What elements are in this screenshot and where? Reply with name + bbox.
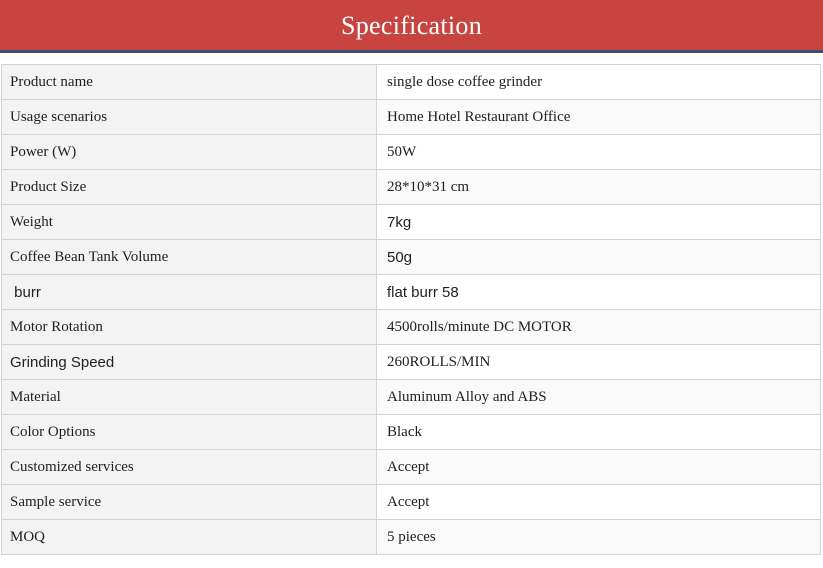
table-row-product-name: Product name single dose coffee grinder: [1, 64, 821, 100]
spec-value: Accept: [376, 484, 821, 520]
spec-label: Product Size: [1, 169, 377, 205]
spec-label: Power (W): [1, 134, 377, 170]
specification-table-body: Product name single dose coffee grinder …: [1, 64, 821, 555]
spec-label: burr: [1, 274, 377, 310]
table-row-material: Material Aluminum Alloy and ABS: [1, 379, 821, 415]
spec-label: Motor Rotation: [1, 309, 377, 345]
page-title: Specification: [340, 11, 483, 40]
spec-value: single dose coffee grinder: [376, 64, 821, 100]
spec-value: 7kg: [376, 204, 821, 240]
table-row-product-size: Product Size 28*10*31 cm: [1, 169, 821, 205]
spec-header-banner: Specification: [0, 0, 823, 53]
table-row-grinding-speed: Grinding Speed 260ROLLS/MIN: [1, 344, 821, 380]
spec-label: Sample service: [1, 484, 377, 520]
spec-value: 4500rolls/minute DC MOTOR: [376, 309, 821, 345]
table-row-weight: Weight 7kg: [1, 204, 821, 240]
spec-value: 28*10*31 cm: [376, 169, 821, 205]
table-row-sample-service: Sample service Accept: [1, 484, 821, 520]
spec-label: Customized services: [1, 449, 377, 485]
spec-value: 50W: [376, 134, 821, 170]
table-row-moq: MOQ 5 pieces: [1, 519, 821, 555]
spec-label: Usage scenarios: [1, 99, 377, 135]
spec-value: 50g: [376, 239, 821, 275]
table-row-motor-rotation: Motor Rotation 4500rolls/minute DC MOTOR: [1, 309, 821, 345]
spec-value: Black: [376, 414, 821, 450]
specification-table: Product name single dose coffee grinder …: [1, 64, 821, 555]
table-row-usage-scenarios: Usage scenarios Home Hotel Restaurant Of…: [1, 99, 821, 135]
spec-value: Aluminum Alloy and ABS: [376, 379, 821, 415]
spec-value: 260ROLLS/MIN: [376, 344, 821, 380]
table-row-burr: burr flat burr 58: [1, 274, 821, 310]
spec-value: 5 pieces: [376, 519, 821, 555]
spec-label: Color Options: [1, 414, 377, 450]
spec-label: MOQ: [1, 519, 377, 555]
spec-label: Weight: [1, 204, 377, 240]
spec-label: Coffee Bean Tank Volume: [1, 239, 377, 275]
spec-label: Grinding Speed: [1, 344, 377, 380]
spec-value: Home Hotel Restaurant Office: [376, 99, 821, 135]
spec-value: Accept: [376, 449, 821, 485]
table-row-bean-tank-volume: Coffee Bean Tank Volume 50g: [1, 239, 821, 275]
spec-label: Material: [1, 379, 377, 415]
table-row-color-options: Color Options Black: [1, 414, 821, 450]
table-row-power: Power (W) 50W: [1, 134, 821, 170]
table-row-customized-services: Customized services Accept: [1, 449, 821, 485]
spec-value: flat burr 58: [376, 274, 821, 310]
spec-label: Product name: [1, 64, 377, 100]
